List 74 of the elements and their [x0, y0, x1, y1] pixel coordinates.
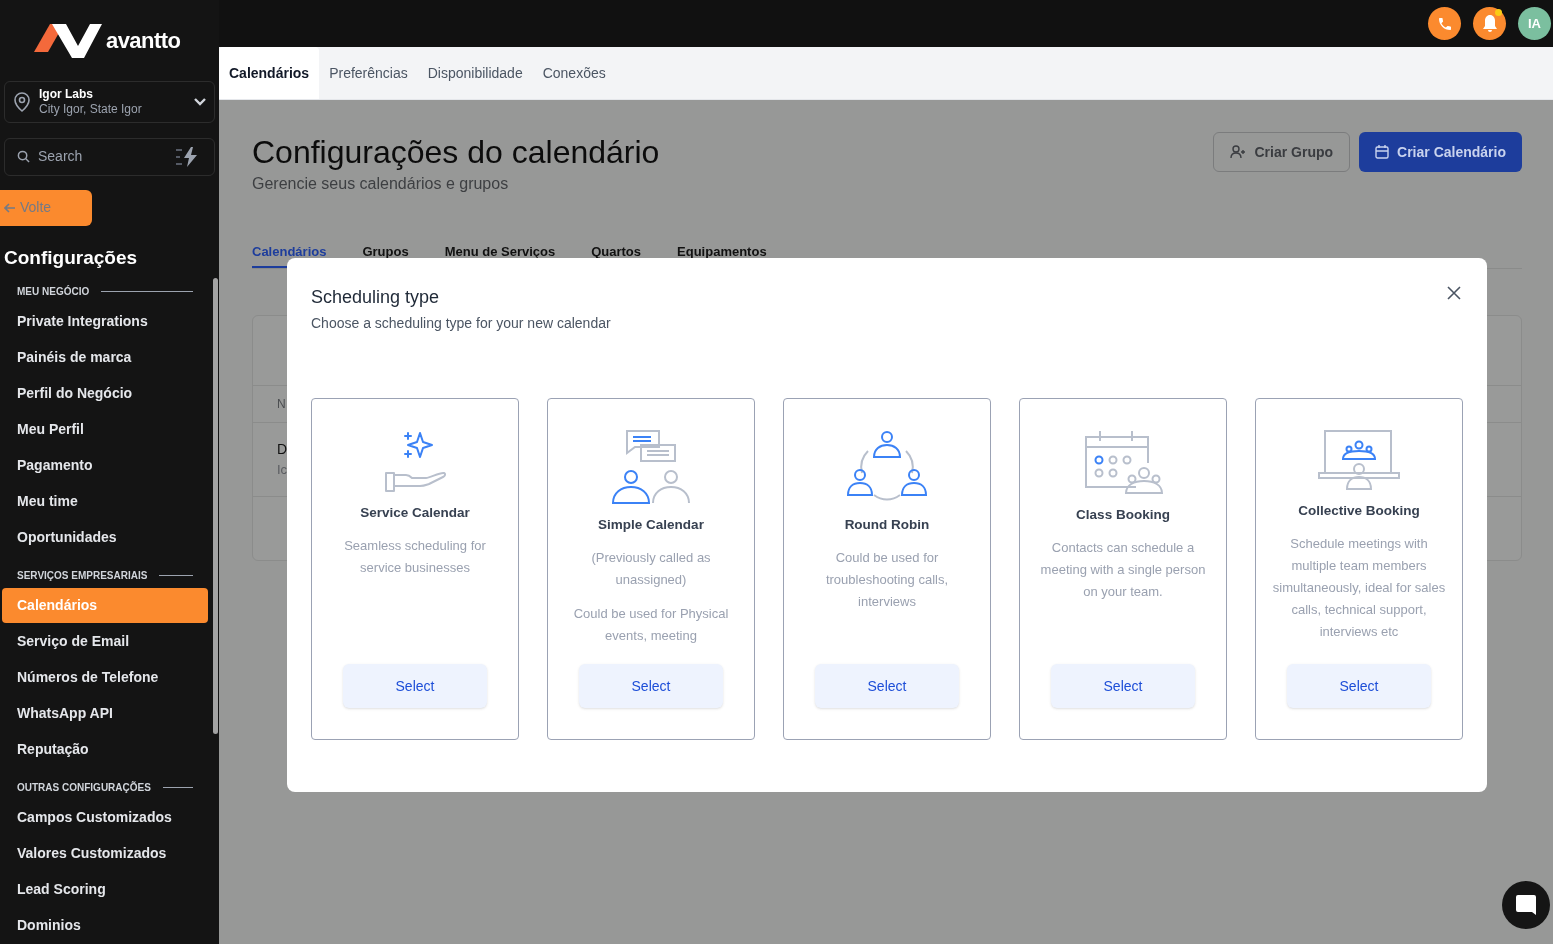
search-input[interactable]: Search [38, 146, 168, 168]
sidebar-item[interactable]: Meu Perfil [2, 412, 208, 447]
notifications-button[interactable] [1473, 7, 1506, 40]
sidebar-item[interactable]: Campos Customizados [2, 800, 208, 835]
row-name: D [277, 439, 289, 459]
modal-subtitle: Choose a scheduling type for your new calendar [311, 314, 611, 333]
search-icon [17, 150, 30, 164]
option-description: Could be used for Physical events, meeting [572, 605, 730, 645]
sidebar-item[interactable]: Valores Customizados [2, 836, 208, 871]
select-button[interactable]: Select [1287, 664, 1431, 708]
column-header: N [277, 395, 286, 413]
logo-icon [34, 23, 102, 58]
sidebar-item[interactable]: WhatsApp API [2, 696, 208, 731]
map-pin-icon [13, 91, 31, 112]
location-selector[interactable]: Igor Labs City Igor, State Igor [4, 80, 215, 123]
sidebar-item[interactable]: Perfil do Negócio [2, 376, 208, 411]
create-calendar-button[interactable]: Criar Calendário [1359, 132, 1522, 172]
option-title: Collective Booking [1298, 502, 1420, 520]
tab[interactable]: Calendários [219, 47, 320, 99]
sidebar-item[interactable]: Meu time [2, 484, 208, 519]
search-field[interactable]: Search [4, 137, 215, 176]
create-group-button[interactable]: Criar Grupo [1213, 132, 1351, 172]
option-description: (Previously called as unassigned) [590, 549, 712, 589]
people-chat-icon [611, 429, 691, 505]
chat-bubble-icon [1515, 894, 1537, 916]
sidebar-item[interactable]: Lead Scoring [2, 872, 208, 907]
chevron-down-icon [194, 97, 206, 106]
select-button[interactable]: Select [815, 664, 959, 708]
phone-icon [1436, 15, 1453, 32]
option-title: Simple Calendar [598, 516, 704, 534]
option-title: Round Robin [844, 516, 930, 534]
section-heading: MEU NEGÓCIO [17, 284, 90, 299]
sidebar-item[interactable]: Dominios [2, 908, 208, 943]
option-description: Schedule meetings with multiple team members simultaneously, ideal for sales calls, technical support, interviews etc [1271, 535, 1447, 641]
sidebar-item[interactable]: Pagamento [2, 448, 208, 483]
user-plus-icon [1230, 145, 1247, 159]
select-button[interactable]: Select [343, 664, 487, 708]
arrow-left-icon [4, 201, 16, 214]
modal-title: Scheduling type [311, 286, 441, 309]
option-title: Class Booking [1076, 506, 1170, 524]
tab[interactable]: Preferências [319, 47, 418, 99]
tab[interactable]: Disponibilidade [417, 47, 533, 99]
select-button[interactable]: Select [1051, 664, 1195, 708]
hand-sparkle-icon [384, 429, 446, 493]
option-title: Service Calendar [360, 504, 470, 522]
sidebar-item[interactable]: Números de Telefone [2, 660, 208, 695]
close-button[interactable] [1447, 286, 1461, 300]
tab[interactable]: Conexões [532, 47, 616, 99]
section-heading: OUTRAS CONFIGURAÇÕES [17, 780, 151, 795]
phone-button[interactable] [1428, 7, 1461, 40]
bell-icon [1481, 14, 1498, 33]
page-title: Configurações do calendário [252, 133, 660, 172]
location-address: City Igor, State Igor [39, 101, 143, 117]
sidebar-item[interactable]: Serviço de Email [2, 624, 208, 659]
presentation-group-icon [1318, 429, 1400, 491]
close-icon [1447, 286, 1461, 300]
lightning-icon [176, 146, 198, 167]
section-heading: SERVIÇOS EMPRESARIAIS [17, 568, 148, 583]
calendar-icon [1375, 145, 1390, 159]
option-description: Seamless scheduling for service businesses [343, 537, 487, 577]
sidebar-item[interactable]: Reputação [2, 732, 208, 767]
sidebar-item[interactable]: Painéis de marca [2, 340, 208, 375]
sidebar-title: Configurações [4, 245, 139, 270]
select-button[interactable]: Select [579, 664, 723, 708]
sidebar-item[interactable]: Oportunidades [2, 520, 208, 555]
sidebar-item[interactable]: Private Integrations [2, 304, 208, 339]
location-name: Igor Labs [39, 86, 94, 102]
brand-name: avantto [106, 27, 181, 56]
calendar-group-icon [1082, 429, 1164, 495]
row-detail: Ic [277, 460, 289, 479]
scrollbar[interactable] [213, 278, 218, 734]
page-subtitle: Gerencie seus calendários e grupos [252, 174, 510, 194]
option-description: Contacts can schedule a meeting with a single person on your team. [1039, 539, 1207, 601]
option-description: Could be used for troubleshooting calls, interviews [824, 549, 950, 611]
